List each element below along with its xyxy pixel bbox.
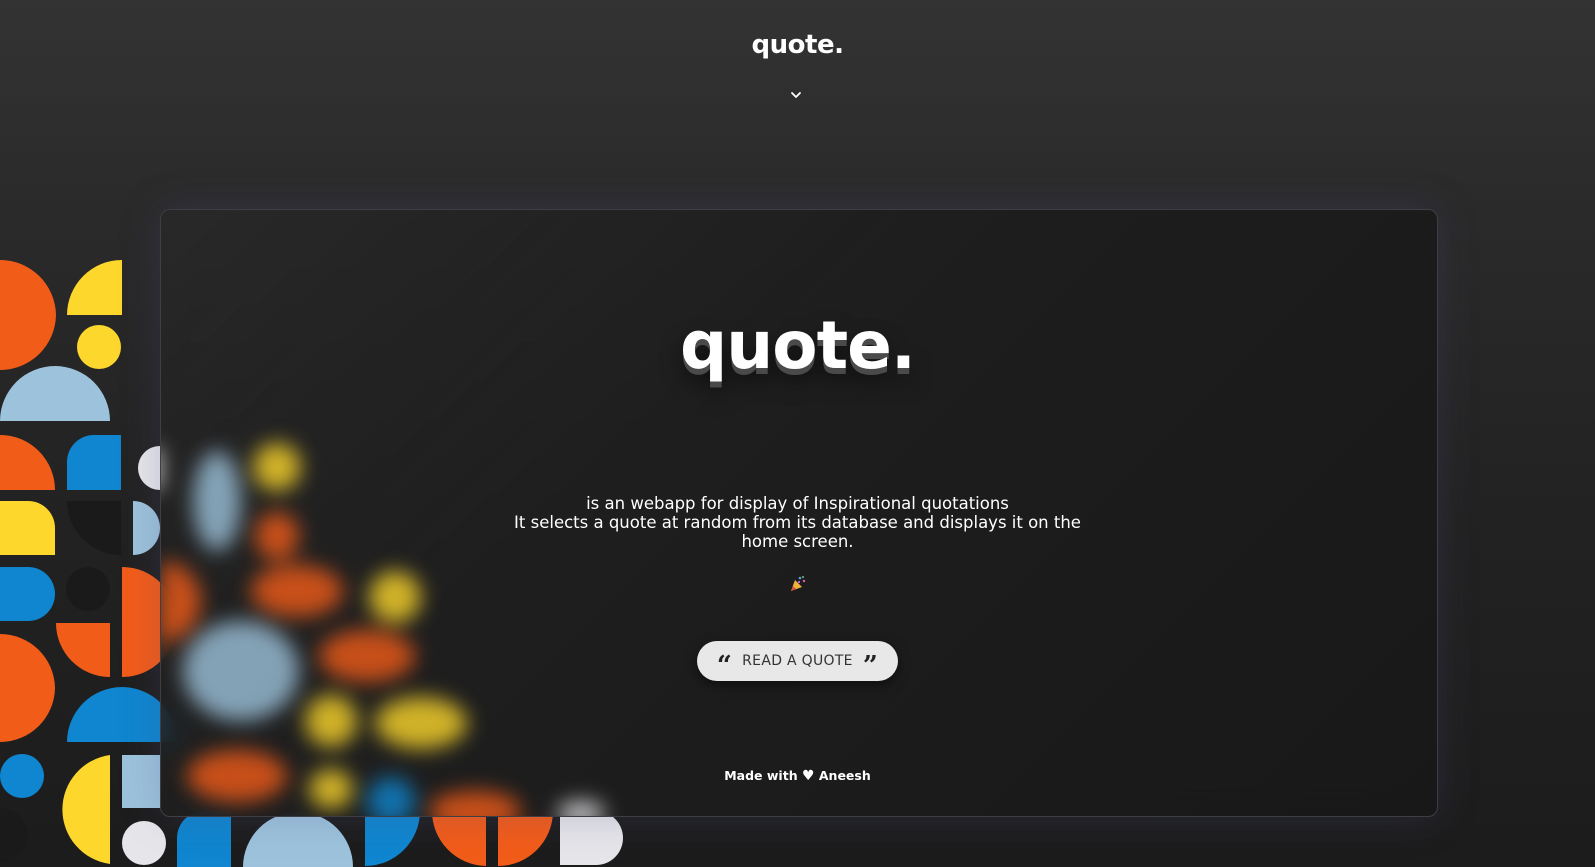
footer-prefix: Made with [724, 768, 798, 783]
description-line: is an webapp for display of Inspirationa… [586, 494, 1009, 513]
description-line: It selects a quote at random from its da… [514, 513, 1081, 532]
read-a-quote-label: READ A QUOTE [742, 653, 853, 669]
footer-credit: Made with ♥ Aneesh [0, 768, 1595, 784]
heart-icon: ♥ [801, 768, 815, 784]
footer-author[interactable]: Aneesh [819, 768, 871, 783]
header-logo[interactable]: quote. [0, 30, 1595, 60]
party-popper-icon [791, 576, 806, 591]
close-quote-icon: ” [862, 651, 879, 681]
hero-title: quote. [680, 307, 916, 384]
open-quote-icon: “ [716, 651, 733, 681]
chevron-down-icon[interactable] [789, 88, 803, 102]
hero-description: is an webapp for display of Inspirationa… [0, 494, 1595, 551]
read-a-quote-button[interactable]: “ READ A QUOTE ” [697, 641, 898, 681]
description-line: home screen. [741, 532, 854, 551]
